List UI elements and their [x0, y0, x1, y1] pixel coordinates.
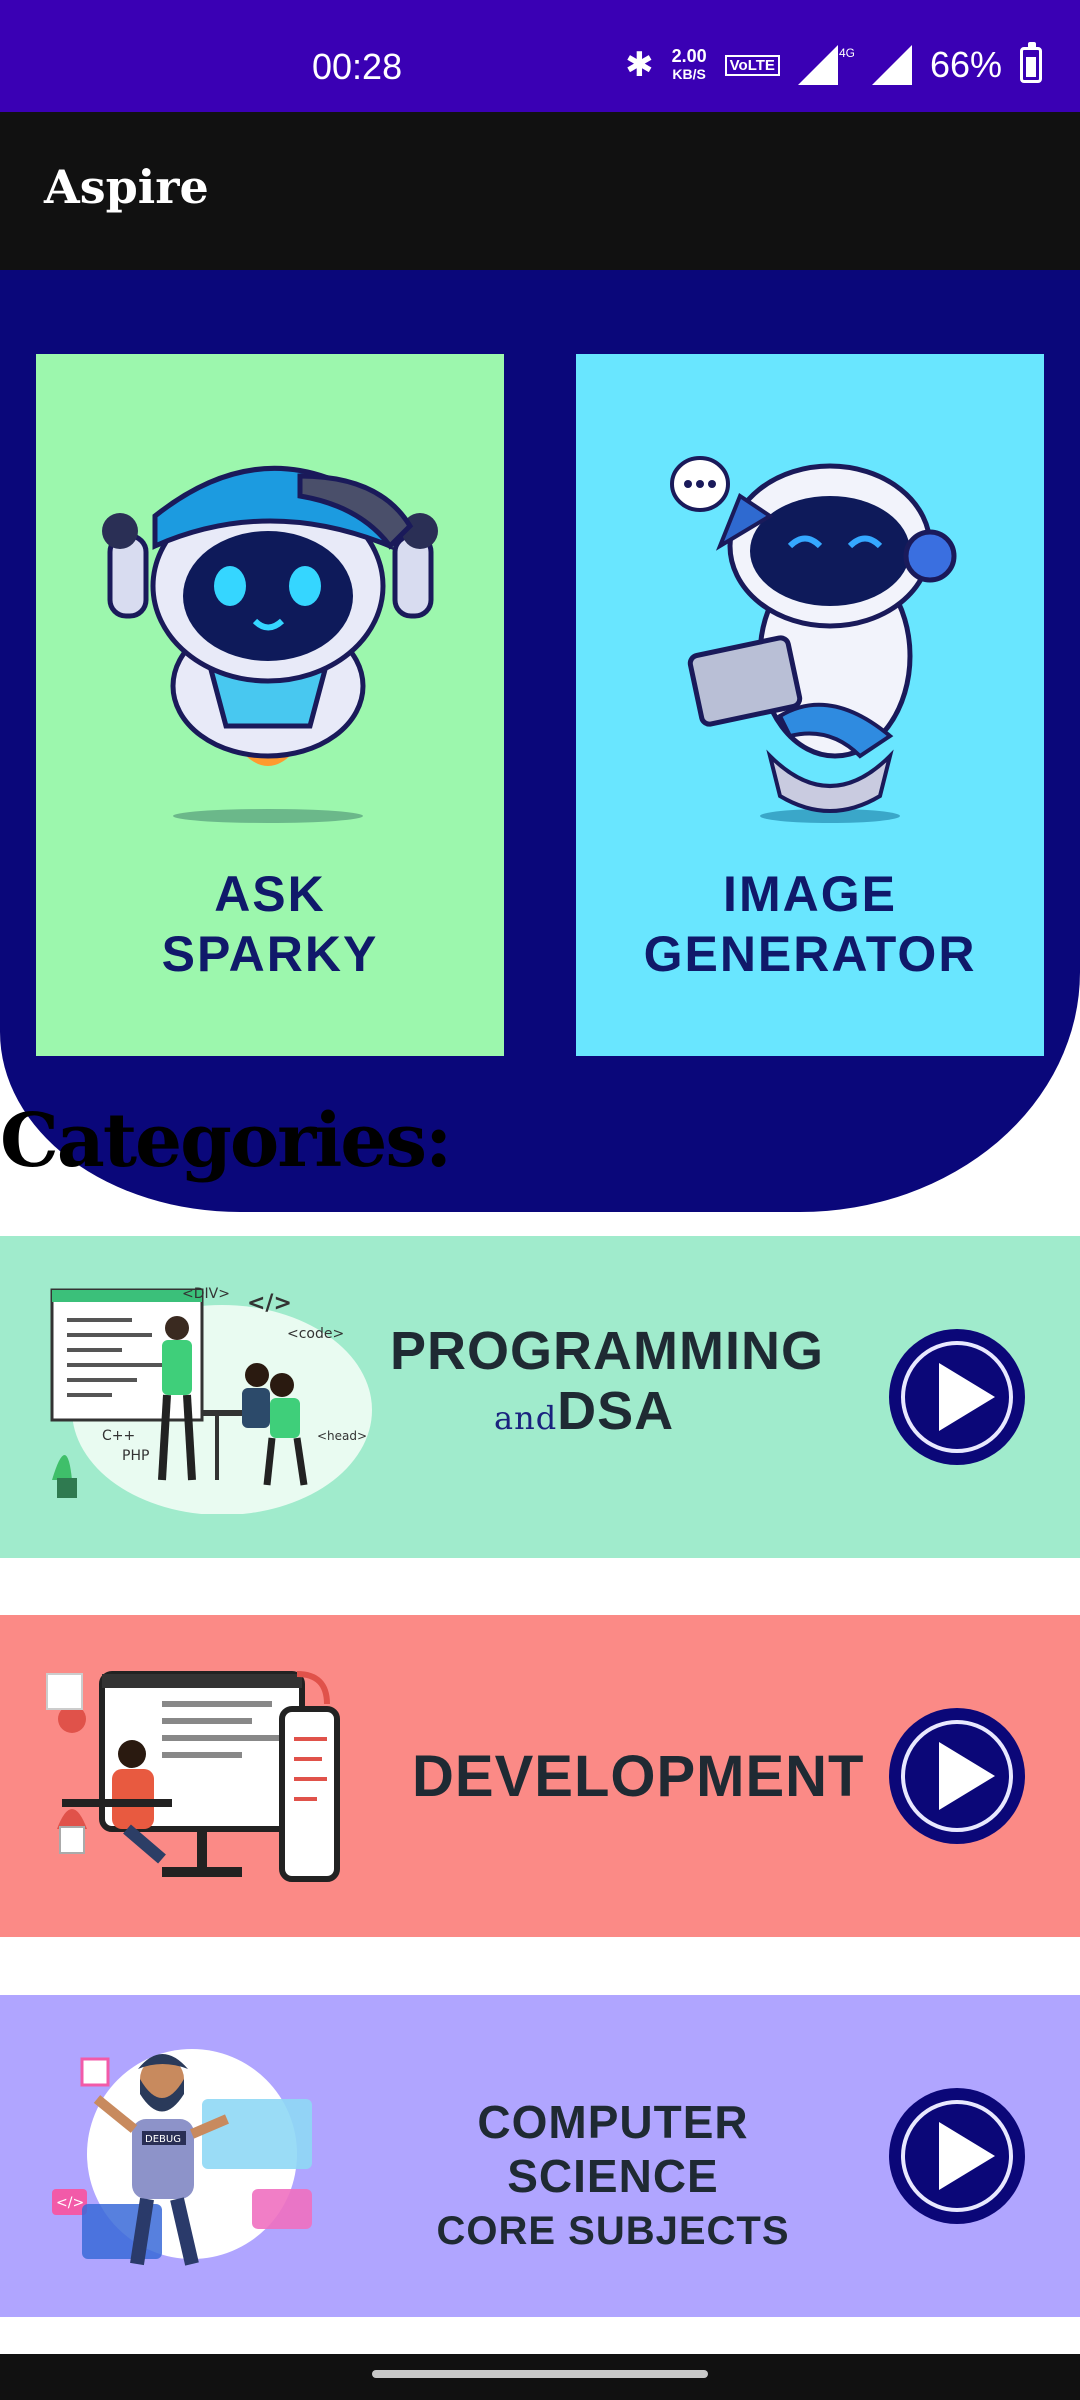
app-bar: Aspire: [0, 112, 1080, 270]
data-speed-value: 2.00: [671, 46, 707, 66]
svg-text:<DIV>: <DIV>: [182, 1286, 230, 1302]
computer-science-illustration: </> DEBUG: [52, 2049, 312, 2266]
status-bar: 00:28 ✱ 2.00 KB/S VoLTE 4G+ 66%: [0, 0, 1080, 112]
svg-text:</>: </>: [56, 2195, 84, 2211]
status-time: 00:28: [312, 46, 403, 87]
computer-science-title-line2: CORE SUBJECTS: [436, 2209, 790, 2253]
image-generator-card[interactable]: IMAGE GENERATOR: [576, 354, 1044, 1056]
data-speed-unit: KB/S: [672, 66, 706, 82]
volte-icon: VoLTE: [724, 54, 780, 76]
signal-icon: 4G+: [797, 45, 854, 85]
status-icons: ✱ 2.00 KB/S VoLTE 4G+ 66%: [625, 42, 1042, 86]
ask-sparky-line1: ASK: [214, 866, 326, 922]
category-development[interactable]: DEVELOPMENT: [0, 1615, 1080, 1937]
ask-sparky-card[interactable]: ASK SPARKY: [36, 354, 504, 1056]
programming-illustration: <DIV> </> <code> C++ PHP <head>: [50, 1286, 372, 1514]
categories-heading: Categories:: [0, 1098, 452, 1184]
play-icon: [939, 1742, 995, 1810]
computer-science-title-line1: COMPUTER SCIENCE: [477, 2096, 749, 2202]
programming-title-line2-wrap: andDSA: [494, 1380, 824, 1442]
battery-percent: 66%: [929, 44, 1002, 85]
programming-title-and: and: [494, 1399, 558, 1437]
rocket-robot-icon: [102, 465, 438, 823]
laptop-robot-icon: [670, 456, 957, 823]
category-computer-science[interactable]: </> DEBUG COMPUTER SCIENCE CORE SUBJECTS: [0, 1995, 1080, 2317]
development-illustration: [46, 1671, 340, 1882]
app-title: Aspire: [44, 160, 209, 214]
play-icon: [939, 1363, 995, 1431]
system-nav-bar: [0, 2354, 1080, 2400]
svg-text:PHP: PHP: [122, 1448, 149, 1464]
programming-title-line2: DSA: [557, 1381, 675, 1441]
data-speed: 2.00 KB/S: [672, 47, 707, 83]
home-gesture-handle[interactable]: [372, 2370, 708, 2378]
computer-science-title: COMPUTER SCIENCE CORE SUBJECTS: [388, 2095, 838, 2254]
development-title: DEVELOPMENT: [412, 1744, 865, 1809]
image-generator-line1: IMAGE: [723, 866, 897, 922]
ask-sparky-label: ASK SPARKY: [36, 864, 504, 984]
svg-text:4G+: 4G+: [839, 46, 854, 60]
image-generator-line2: GENERATOR: [643, 926, 977, 982]
computer-science-play-button[interactable]: [889, 2088, 1025, 2224]
signal-icon-2: [871, 45, 912, 85]
bluetooth-icon: ✱: [625, 46, 654, 84]
category-programming-dsa[interactable]: <DIV> </> <code> C++ PHP <head> PROGRAMM…: [0, 1236, 1080, 1558]
ask-sparky-line2: SPARKY: [161, 926, 379, 982]
svg-text:<code>: <code>: [287, 1326, 344, 1342]
svg-text:</>: </>: [247, 1291, 292, 1316]
play-icon: [939, 2122, 995, 2190]
image-generator-label: IMAGE GENERATOR: [576, 864, 1044, 984]
programming-title-line1: PROGRAMMING: [390, 1321, 824, 1381]
svg-text:DEBUG: DEBUG: [145, 2134, 181, 2145]
development-play-button[interactable]: [889, 1708, 1025, 1844]
programming-title: PROGRAMMING andDSA: [390, 1320, 824, 1442]
programming-play-button[interactable]: [889, 1329, 1025, 1465]
battery-icon: [1020, 42, 1042, 83]
svg-text:C++: C++: [102, 1428, 135, 1444]
svg-text:<head>: <head>: [317, 1429, 367, 1443]
